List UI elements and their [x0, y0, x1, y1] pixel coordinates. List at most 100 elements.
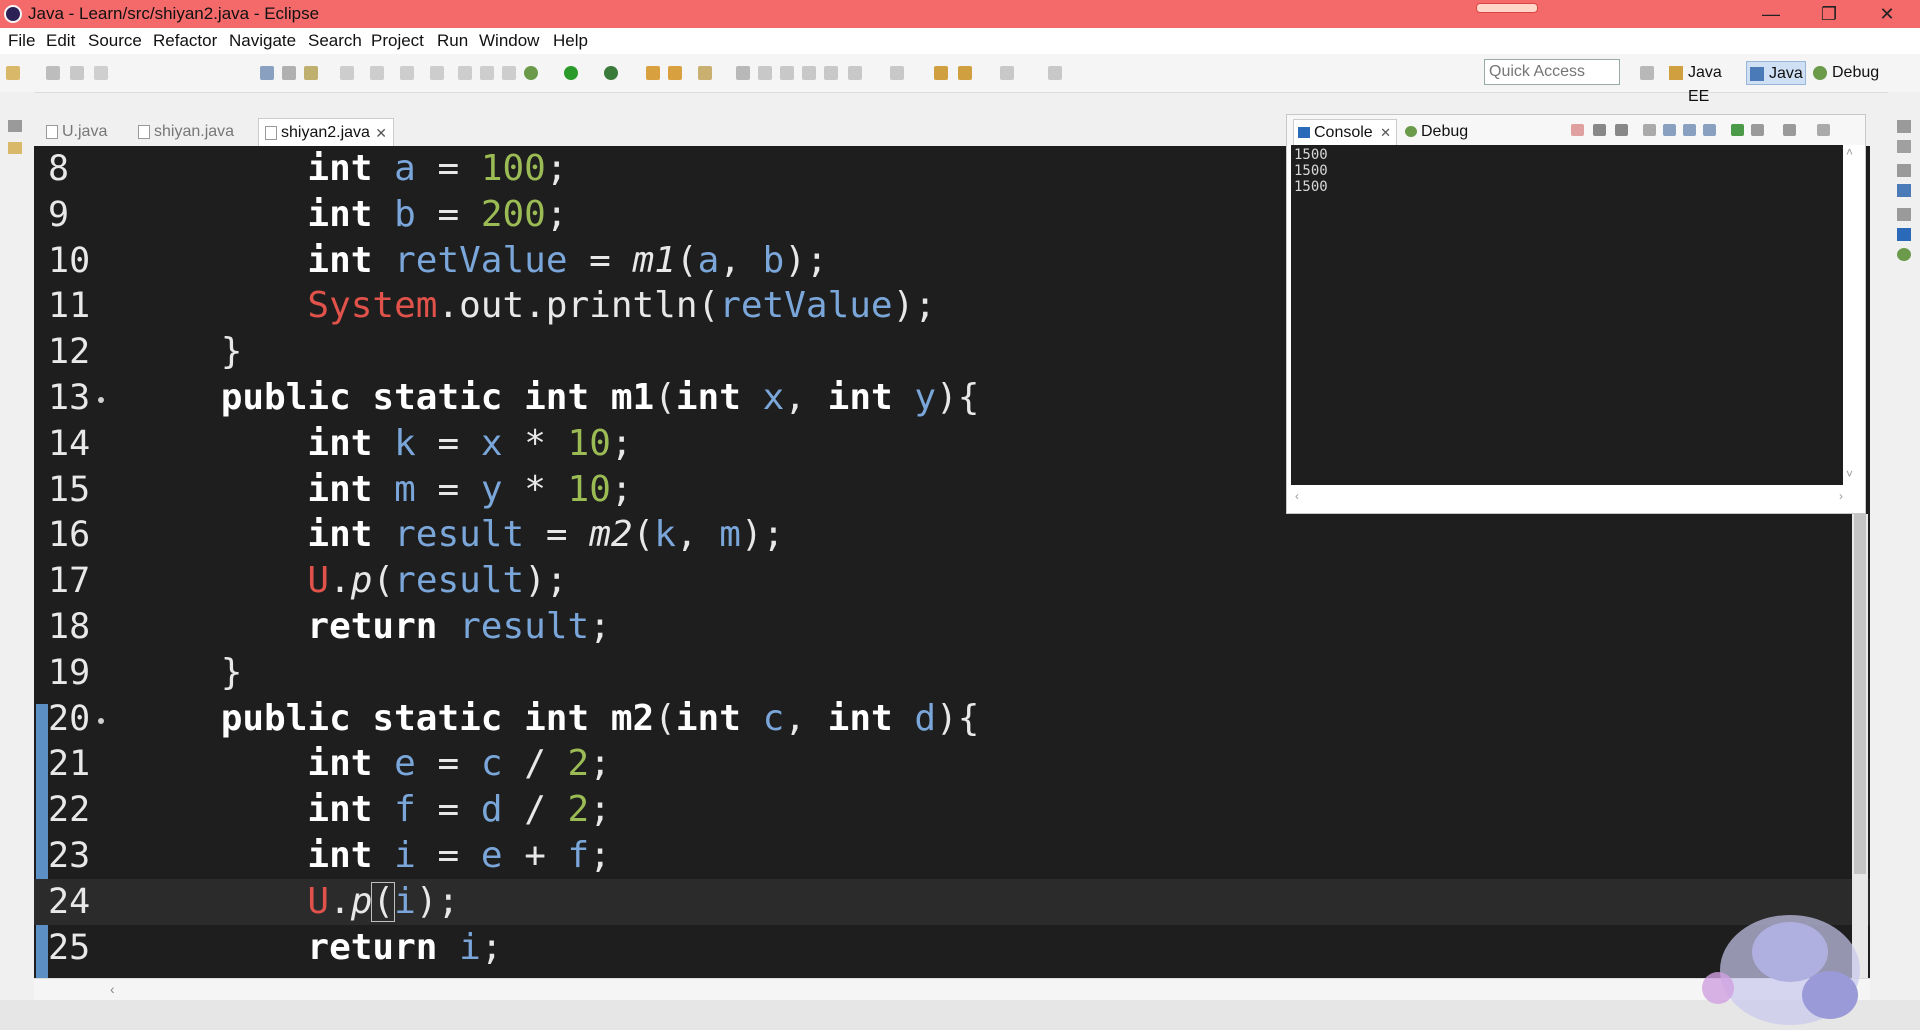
menu-refactor[interactable]: Refactor: [153, 31, 217, 51]
task-list-icon[interactable]: [1897, 140, 1911, 153]
close-button[interactable]: ✕: [1858, 0, 1916, 28]
pin-console-icon[interactable]: [1731, 124, 1744, 136]
console-icon[interactable]: [1897, 228, 1911, 241]
code-line[interactable]: 17 U.p(result);: [34, 558, 1870, 604]
code-line[interactable]: 25 return i;: [34, 925, 1870, 971]
mark-icon[interactable]: [304, 66, 318, 80]
scroll-left-icon[interactable]: ‹: [1295, 489, 1299, 503]
package-explorer-icon[interactable]: [8, 142, 22, 154]
annotation-icon[interactable]: [736, 66, 750, 80]
scroll-right-icon[interactable]: ›: [1839, 489, 1843, 503]
last-edit-icon[interactable]: [934, 66, 948, 80]
drop-frame-icon[interactable]: [502, 66, 516, 80]
menu-file[interactable]: File: [8, 31, 35, 51]
menu-search[interactable]: Search: [308, 31, 362, 51]
menu-project[interactable]: Project: [371, 31, 424, 51]
scroll-left-icon[interactable]: ‹: [110, 981, 115, 997]
code-line[interactable]: 19 }: [34, 650, 1870, 696]
display-console-icon[interactable]: [1751, 124, 1764, 136]
code-line[interactable]: 20 public static int m2(int c, int d){: [34, 696, 1870, 742]
menu-help[interactable]: Help: [553, 31, 588, 51]
new-package-icon[interactable]: [646, 66, 660, 80]
tab-shiyan-java[interactable]: shiyan.java: [132, 118, 242, 146]
prev-annotation-icon[interactable]: [890, 66, 904, 80]
search-icon[interactable]: [698, 66, 712, 80]
editor-horizontal-scrollbar[interactable]: ‹: [34, 978, 1870, 1001]
next-annotation-icon[interactable]: [848, 66, 862, 80]
print-icon[interactable]: [94, 66, 108, 80]
code-line[interactable]: 23 int i = e + f;: [34, 833, 1870, 879]
pin-icon[interactable]: [1048, 66, 1062, 80]
code-line[interactable]: 21 int e = c / 2;: [34, 741, 1870, 787]
code-line[interactable]: 24 U.p(i);: [34, 878, 1870, 925]
forward-icon[interactable]: [1000, 66, 1014, 80]
block-icon[interactable]: [802, 66, 816, 80]
scroll-up-icon[interactable]: ˄: [1846, 145, 1853, 159]
menu-run[interactable]: Run: [437, 31, 468, 51]
scrollbar-thumb[interactable]: [1854, 514, 1866, 874]
tab-shiyan2-java[interactable]: shiyan2.java ✕: [258, 118, 394, 146]
open-console-icon[interactable]: [1783, 124, 1796, 136]
perspective-debug[interactable]: Debug: [1810, 61, 1886, 85]
minimize-button[interactable]: —: [1742, 0, 1800, 28]
code-line[interactable]: 22 int f = d / 2;: [34, 787, 1870, 833]
step-over-icon[interactable]: [458, 66, 472, 80]
new-class-icon[interactable]: [668, 66, 682, 80]
console-horizontal-scrollbar[interactable]: ‹ ›: [1291, 487, 1861, 509]
tab-console[interactable]: Console ✕: [1293, 119, 1397, 145]
highlight-icon[interactable]: [780, 66, 794, 80]
code-line[interactable]: 18 return result;: [34, 604, 1870, 650]
coverage-icon[interactable]: [604, 66, 618, 80]
remove-all-icon[interactable]: [1615, 124, 1628, 136]
save-icon[interactable]: [46, 66, 60, 80]
code-line[interactable]: 16 int result = m2(k, m);: [34, 512, 1870, 558]
ime-mascot-widget[interactable]: [1680, 900, 1880, 1030]
format-icon[interactable]: [824, 66, 838, 80]
menu-edit[interactable]: Edit: [46, 31, 75, 51]
new-icon[interactable]: [6, 66, 20, 80]
fold-marker-icon[interactable]: [98, 717, 104, 724]
clear-console-icon[interactable]: [1643, 124, 1656, 136]
toggle-icon[interactable]: [282, 66, 296, 80]
debug-icon[interactable]: [524, 66, 538, 80]
restore-outline-icon[interactable]: [1897, 164, 1911, 177]
console-vertical-scrollbar[interactable]: ˄ ˅: [1843, 145, 1861, 485]
maximize-button[interactable]: ❐: [1800, 0, 1858, 28]
disconnect-icon[interactable]: [400, 66, 414, 80]
resume-icon[interactable]: [370, 66, 384, 80]
menu-source[interactable]: Source: [88, 31, 142, 51]
console-output[interactable]: ˄ ˅ 1500 1500 1500: [1291, 145, 1861, 485]
open-perspective-icon[interactable]: [1640, 66, 1654, 80]
menu-navigate[interactable]: Navigate: [229, 31, 296, 51]
skip-icon[interactable]: [340, 66, 354, 80]
menu-window[interactable]: Window: [479, 31, 539, 51]
back-icon[interactable]: [958, 66, 972, 80]
debug-view-icon[interactable]: [1897, 248, 1911, 261]
perspective-java[interactable]: Java: [1746, 61, 1806, 85]
quick-access-input[interactable]: [1484, 59, 1620, 85]
save-all-icon[interactable]: [70, 66, 84, 80]
close-tab-icon[interactable]: ✕: [1380, 120, 1391, 146]
outline-icon[interactable]: [1897, 184, 1911, 197]
tab-debug[interactable]: Debug: [1401, 119, 1481, 145]
step-return-icon[interactable]: [480, 66, 494, 80]
scroll-down-icon[interactable]: ˅: [1846, 467, 1853, 481]
pen-icon[interactable]: [758, 66, 772, 80]
perspective-java-ee[interactable]: Java EE: [1666, 61, 1742, 105]
tab-u-java[interactable]: U.java: [40, 118, 114, 146]
pointer-icon[interactable]: [260, 66, 274, 80]
step-icon[interactable]: [430, 66, 444, 80]
restore-icon[interactable]: [8, 120, 22, 132]
show-stderr-icon[interactable]: [1703, 124, 1716, 136]
terminate-icon[interactable]: [1571, 124, 1584, 136]
fold-marker-icon[interactable]: [98, 397, 104, 403]
show-stdout-icon[interactable]: [1683, 124, 1696, 136]
restore-console-icon[interactable]: [1897, 208, 1911, 221]
run-icon[interactable]: [564, 66, 578, 80]
scroll-lock-icon[interactable]: [1663, 124, 1676, 136]
minimize-view-icon[interactable]: [1817, 124, 1830, 136]
restore-icon[interactable]: [1897, 120, 1911, 133]
remove-launch-icon[interactable]: [1593, 124, 1606, 136]
close-tab-icon[interactable]: ✕: [375, 119, 387, 147]
eclipse-icon: [4, 5, 22, 23]
